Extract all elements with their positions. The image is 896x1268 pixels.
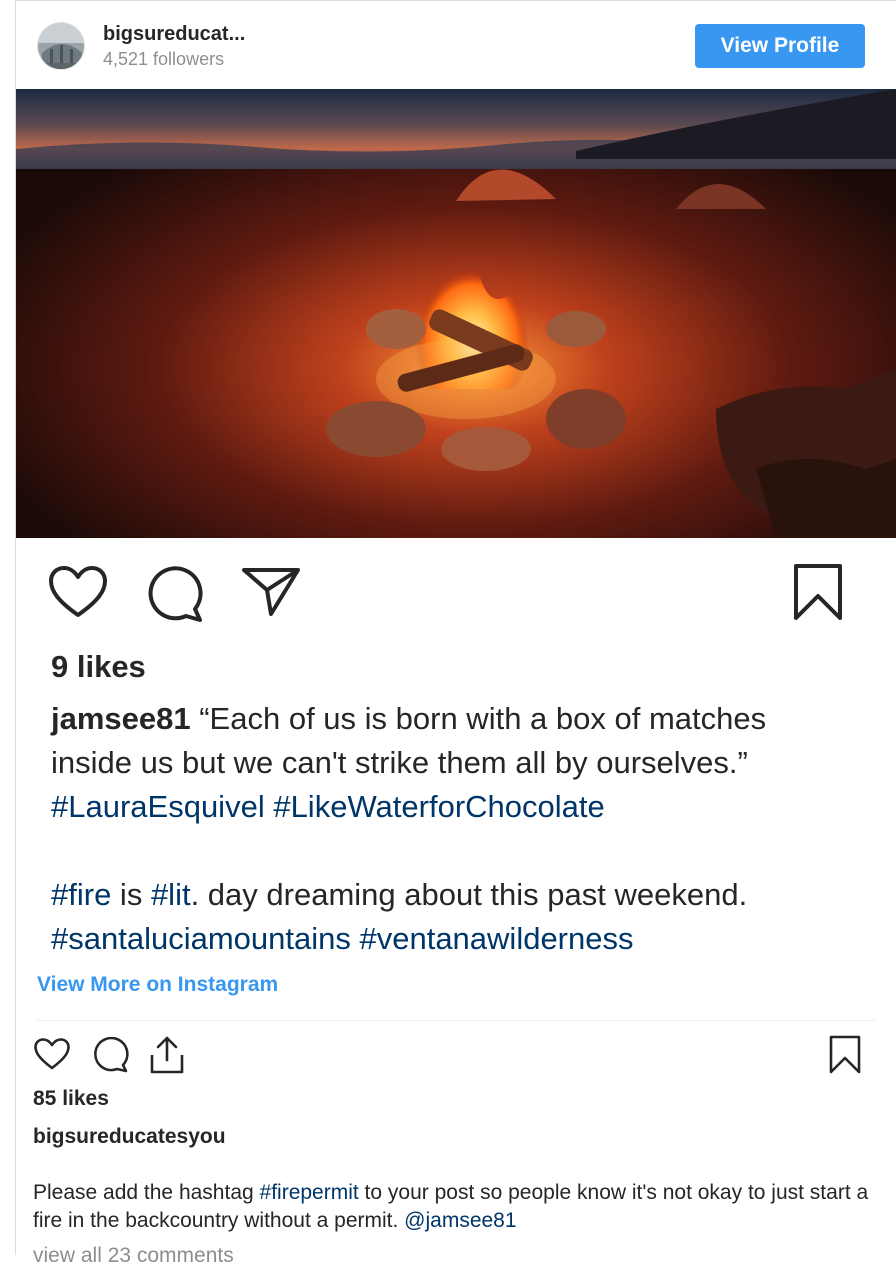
- view-profile-button[interactable]: View Profile: [695, 24, 865, 68]
- bookmark-icon[interactable]: [828, 1035, 862, 1075]
- instagram-embed-card: bigsureducat... 4,521 followers View Pro…: [15, 0, 896, 1267]
- avatar[interactable]: [37, 22, 85, 70]
- likes-count[interactable]: 85 likes: [33, 1087, 109, 1111]
- mention-link[interactable]: @jamsee81: [404, 1209, 516, 1232]
- caption-username: jamsee81: [51, 701, 191, 736]
- view-more-link[interactable]: View More on Instagram: [37, 973, 278, 997]
- embedded-likes-count: 9 likes: [51, 649, 146, 684]
- embed-header: bigsureducat... 4,521 followers View Pro…: [16, 1, 896, 89]
- caption-text: inside us but we can't strike them all b…: [51, 745, 748, 780]
- hashtag: #santaluciamountains: [51, 921, 351, 956]
- caption-text: “Each of us is born with a box of matche…: [190, 701, 767, 736]
- owner-username[interactable]: bigsureducatesyou: [33, 1125, 226, 1149]
- hashtag: #LauraEsquivel: [51, 789, 265, 824]
- bookmark-icon: [794, 564, 842, 620]
- heart-icon: [49, 566, 107, 617]
- account-name[interactable]: bigsureducat...: [103, 23, 245, 46]
- comment-icon: [148, 566, 203, 622]
- heart-icon[interactable]: [33, 1037, 71, 1071]
- hashtag: #fire: [51, 877, 112, 912]
- comment-icon[interactable]: [91, 1037, 129, 1073]
- share-icon: [242, 568, 300, 616]
- caption-text: . day dreaming about this past weekend.: [190, 877, 748, 912]
- upload-icon[interactable]: [148, 1035, 186, 1075]
- embedded-caption: jamsee81 “Each of us is born with a box …: [51, 697, 851, 961]
- hashtag: #LikeWaterforChocolate: [273, 789, 605, 824]
- post-photo[interactable]: [16, 89, 896, 538]
- hashtag: #lit: [150, 877, 191, 912]
- follower-count: 4,521 followers: [103, 49, 225, 69]
- caption-text: is: [111, 877, 151, 912]
- comment: Please add the hashtag #firepermit to yo…: [33, 1179, 883, 1235]
- hashtag: #ventanawilderness: [359, 921, 634, 956]
- divider: [37, 1020, 875, 1021]
- comment-text: Please add the hashtag: [33, 1181, 260, 1204]
- view-all-comments-link[interactable]: view all 23 comments: [33, 1244, 234, 1268]
- hashtag-link[interactable]: #firepermit: [260, 1181, 359, 1204]
